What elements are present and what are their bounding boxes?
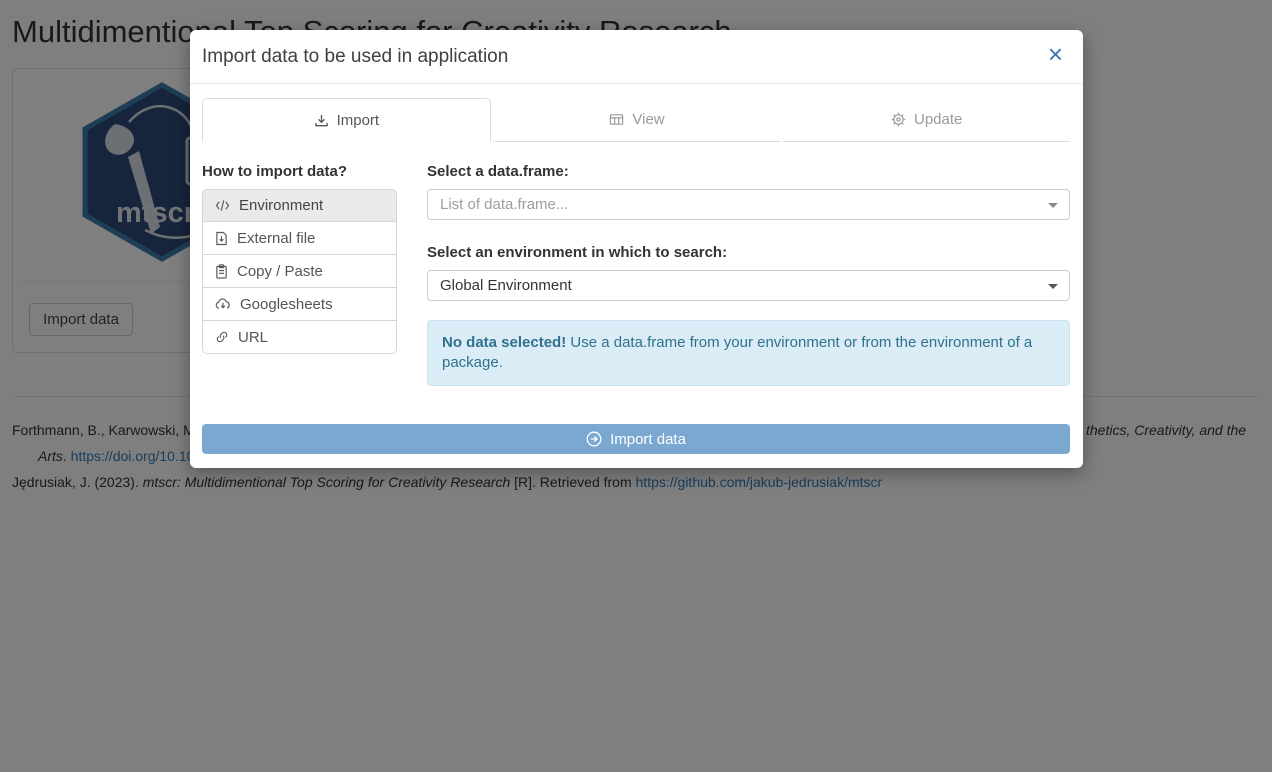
arrow-right-circle-icon <box>586 431 602 447</box>
tab-import[interactable]: Import <box>202 98 491 142</box>
environment-label: Select an environment in which to search… <box>427 244 1070 261</box>
sidebar-item-url[interactable]: URL <box>202 321 397 354</box>
environment-value: Global Environment <box>440 277 572 294</box>
sidebar-item-copy-paste[interactable]: Copy / Paste <box>202 255 397 288</box>
how-to-import-label: How to import data? <box>202 163 397 180</box>
dataframe-label: Select a data.frame: <box>427 163 1070 180</box>
close-icon: × <box>1048 39 1063 69</box>
import-data-modal: Import data to be used in application × … <box>190 30 1083 468</box>
link-icon <box>215 330 229 344</box>
modal-title: Import data to be used in application <box>202 46 1067 68</box>
modal-body: Import View Update How to import dat <box>190 84 1083 386</box>
cloud-download-icon <box>215 297 231 311</box>
import-method-list: Environment External file Copy / Pa <box>202 189 397 354</box>
file-download-icon <box>215 231 228 246</box>
table-icon <box>609 112 624 127</box>
code-icon <box>215 199 230 212</box>
environment-select[interactable]: Global Environment <box>427 270 1070 301</box>
sidebar-item-googlesheets[interactable]: Googlesheets <box>202 288 397 321</box>
dataframe-select[interactable]: List of data.frame... <box>427 189 1070 220</box>
sidebar-item-label: URL <box>238 329 268 346</box>
tab-view[interactable]: View <box>494 98 781 142</box>
sidebar-item-label: Googlesheets <box>240 296 333 313</box>
modal-import-data-button[interactable]: Import data <box>202 424 1070 454</box>
tab-import-label: Import <box>337 112 380 129</box>
sidebar-item-label: External file <box>237 230 315 247</box>
dataframe-placeholder: List of data.frame... <box>440 196 568 213</box>
sidebar-item-label: Environment <box>239 197 323 214</box>
sidebar-item-external-file[interactable]: External file <box>202 222 397 255</box>
alert-bold-text: No data selected! <box>442 334 566 351</box>
chevron-down-icon <box>1048 284 1058 289</box>
tab-update[interactable]: Update <box>783 98 1070 142</box>
sidebar-item-label: Copy / Paste <box>237 263 323 280</box>
modal-import-data-label: Import data <box>610 431 686 448</box>
clipboard-icon <box>215 264 228 279</box>
download-icon <box>314 113 329 128</box>
modal-header: Import data to be used in application × <box>190 30 1083 84</box>
info-alert: No data selected! Use a data.frame from … <box>427 320 1070 386</box>
tab-view-label: View <box>632 111 664 128</box>
tab-bar: Import View Update <box>202 98 1070 142</box>
close-button[interactable]: × <box>1048 41 1063 67</box>
sidebar-item-environment[interactable]: Environment <box>202 189 397 222</box>
chevron-down-icon <box>1048 203 1058 208</box>
tab-update-label: Update <box>914 111 962 128</box>
gear-icon <box>891 112 906 127</box>
